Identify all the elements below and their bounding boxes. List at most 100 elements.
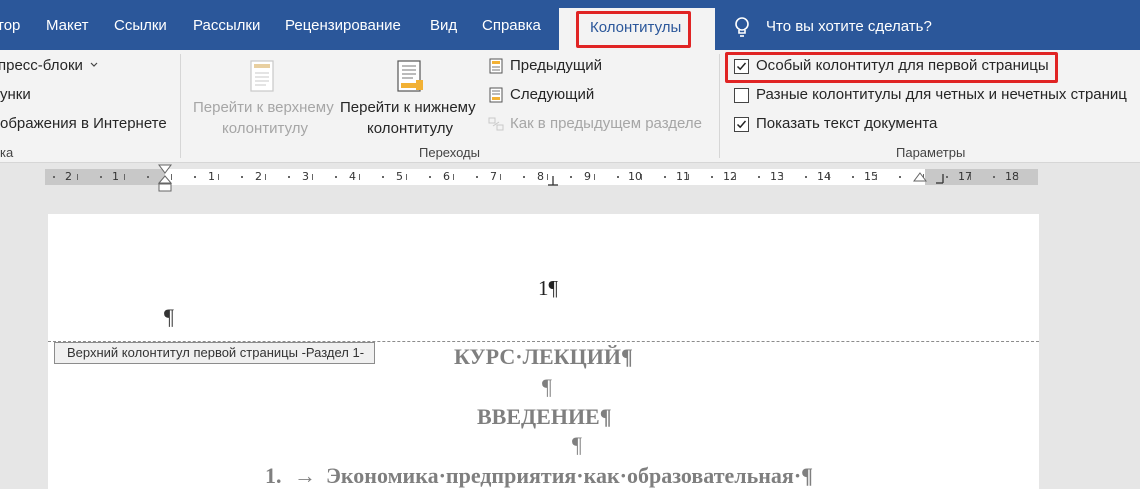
express-blocks-button[interactable]: пресс-блоки [0, 57, 83, 74]
ruler-mark [358, 174, 360, 180]
options-group-label: Параметры [896, 145, 966, 160]
ruler-mark [664, 176, 666, 178]
tell-me-search[interactable]: Что вы хотите сделать? [766, 18, 932, 35]
ruler-label: 1 [112, 170, 119, 183]
ruler-label: 1 [208, 170, 215, 183]
ruler-area: 2 1 1 2 3 4 5 6 7 8 9 10 11 12 13 14 15 … [0, 164, 1140, 194]
tab-references[interactable]: Ссылки [114, 17, 167, 34]
ruler-mark [100, 176, 102, 178]
ruler-mark [288, 176, 290, 178]
link-to-previous-button[interactable]: Как в предыдущем разделе [510, 115, 702, 132]
ruler-mark [993, 176, 995, 178]
different-odd-even-label[interactable]: Разные колонтитулы для четных и нечетных… [756, 86, 1127, 103]
ruler-label: 2 [255, 170, 262, 183]
ruler-mark [617, 176, 619, 178]
horizontal-ruler[interactable]: 2 1 1 2 3 4 5 6 7 8 9 10 11 12 13 14 15 … [45, 169, 1038, 185]
ruler-label: 9 [584, 170, 591, 183]
chevron-down-icon [90, 62, 98, 67]
ruler-label: 2 [65, 170, 72, 183]
goto-header-icon [250, 60, 274, 92]
pictures-button[interactable]: унки [0, 86, 31, 103]
goto-footer-button-line2[interactable]: колонтитулу [367, 120, 453, 137]
tab-help[interactable]: Справка [482, 17, 541, 34]
lightbulb-icon [735, 17, 749, 37]
tab-review[interactable]: Рецензирование [285, 17, 401, 34]
ruler-mark [76, 174, 78, 180]
center-tab-stop-icon[interactable] [546, 174, 560, 188]
ruler-label: 8 [537, 170, 544, 183]
empty-paragraph: ¶ [572, 432, 582, 457]
tab-design[interactable]: тор [0, 17, 20, 34]
empty-paragraph: ¶ [542, 374, 552, 399]
show-document-text-checkbox[interactable] [734, 117, 749, 132]
next-button[interactable]: Следующий [510, 86, 594, 103]
ruler-mark [734, 174, 736, 180]
ruler-mark [570, 176, 572, 178]
ruler-mark [53, 176, 55, 178]
ruler-mark [899, 176, 901, 178]
ruler-label: 4 [349, 170, 356, 183]
ruler-mark [946, 176, 948, 178]
right-tab-stop-icon[interactable] [934, 172, 946, 186]
ruler-mark [123, 174, 125, 180]
checkmark-icon [736, 120, 747, 129]
tab-mailings[interactable]: Рассылки [193, 17, 260, 34]
ruler-mark [852, 176, 854, 178]
header-empty-paragraph: ¶ [164, 304, 174, 329]
document-page[interactable]: 1¶ ¶ Верхний колонтитул первой страницы … [48, 214, 1039, 489]
goto-footer-button[interactable]: Перейти к нижнему [340, 99, 476, 116]
ribbon-separator [180, 54, 181, 158]
checkbox-highlight-frame [725, 52, 1058, 83]
list-item-number: 1. [265, 463, 282, 488]
ruler-mark [476, 176, 478, 178]
ruler-mark [687, 174, 689, 180]
tab-layout[interactable]: Макет [46, 17, 88, 34]
ruler-mark [523, 176, 525, 178]
ruler-mark [194, 176, 196, 178]
ruler-label: 3 [302, 170, 309, 183]
insert-group-label: ка [0, 145, 14, 160]
different-odd-even-checkbox[interactable] [734, 88, 749, 103]
right-indent-marker-icon[interactable] [913, 170, 927, 184]
tab-highlight-frame [576, 11, 691, 48]
ruler-mark [593, 174, 595, 180]
ruler-mark [452, 174, 454, 180]
ruler-label: 5 [396, 170, 403, 183]
tab-view[interactable]: Вид [430, 17, 457, 34]
ruler-mark [969, 174, 971, 180]
ruler-mark [405, 174, 407, 180]
next-section-icon [489, 87, 503, 103]
navigation-group-label: Переходы [419, 145, 480, 160]
ruler-mark [875, 174, 877, 180]
previous-button[interactable]: Предыдущий [510, 57, 602, 74]
ruler-mark [640, 174, 642, 180]
indent-marker-icon[interactable] [158, 164, 172, 194]
ribbon-tab-bar: тор Макет Ссылки Рассылки Рецензирование… [0, 0, 1140, 50]
ruler-mark [429, 176, 431, 178]
introduction-heading[interactable]: ВВЕДЕНИЕ¶ [477, 404, 612, 430]
goto-header-button[interactable]: Перейти к верхнему [193, 99, 334, 116]
previous-section-icon [489, 58, 503, 74]
goto-header-button-line2[interactable]: колонтитулу [222, 120, 308, 137]
ruler-label: 7 [490, 170, 497, 183]
ruler-label: 6 [443, 170, 450, 183]
link-previous-icon [488, 117, 504, 131]
document-title[interactable]: КУРС·ЛЕКЦИЙ¶ [454, 344, 633, 370]
ruler-mark [382, 176, 384, 178]
list-item-text[interactable]: Экономика·предприятия·как·образовательна… [326, 463, 813, 489]
ruler-mark [311, 174, 313, 180]
ruler-mark [217, 174, 219, 180]
header-page-number[interactable]: 1¶ [538, 276, 558, 301]
ruler-mark [1016, 174, 1018, 180]
header-section-tag: Верхний колонтитул первой страницы -Разд… [54, 342, 375, 364]
goto-footer-icon [397, 60, 423, 92]
ruler-mark [241, 176, 243, 178]
ruler-mark [805, 176, 807, 178]
ruler-mark [711, 176, 713, 178]
ruler-mark [499, 174, 501, 180]
ruler-mark [781, 174, 783, 180]
ruler-mark [335, 176, 337, 178]
show-document-text-label[interactable]: Показать текст документа [756, 115, 937, 132]
online-pictures-button[interactable]: ображения в Интернете [0, 115, 167, 132]
ruler-mark [828, 174, 830, 180]
